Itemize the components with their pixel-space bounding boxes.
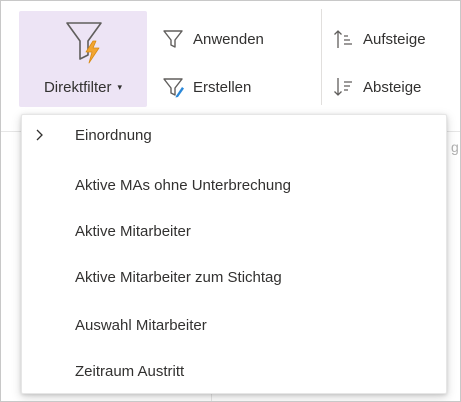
menu-item-label: Aktive MAs ohne Unterbrechung (75, 176, 291, 194)
chevron-down-icon: ▾ (117, 82, 123, 92)
menu-item-zeitraum-austritt[interactable]: Zeitraum Austritt (22, 351, 446, 391)
sort-descending-button[interactable]: Absteige (331, 73, 421, 101)
menu-item-auswahl-mitarbeiter[interactable]: Auswahl Mitarbeiter (22, 305, 446, 345)
sort-descending-label: Absteige (363, 78, 422, 96)
sort-descending-icon (331, 75, 355, 99)
chevron-right-icon (34, 115, 46, 155)
menu-item-aktive-mas-ohne-unterbrechung[interactable]: Aktive MAs ohne Unterbrechung (22, 165, 446, 205)
sort-ascending-icon (331, 27, 355, 51)
menu-item-aktive-mitarbeiter-zum-stichtag[interactable]: Aktive Mitarbeiter zum Stichtag (22, 257, 446, 297)
filter-icon (161, 27, 185, 51)
sort-ascending-button[interactable]: Aufsteige (331, 25, 426, 53)
anwenden-label: Anwenden (193, 30, 264, 48)
app-window: Direktfilter ▾ Anwenden Erstellen Aufste… (0, 0, 461, 402)
menu-item-label: Zeitraum Austritt (75, 362, 185, 380)
filter-edit-icon (161, 75, 185, 99)
sort-ascending-label: Aufsteige (363, 30, 426, 48)
menu-item-label: Aktive Mitarbeiter zum Stichtag (75, 268, 282, 286)
ribbon-separator (321, 9, 322, 105)
partial-text: g (451, 139, 459, 155)
erstellen-button[interactable]: Erstellen (161, 73, 251, 101)
filter-lightning-icon (66, 22, 102, 64)
menu-item-label: Auswahl Mitarbeiter (75, 316, 207, 334)
anwenden-button[interactable]: Anwenden (161, 25, 264, 53)
direktfilter-label: Direktfilter ▾ (43, 79, 123, 96)
menu-item-aktive-mitarbeiter[interactable]: Aktive Mitarbeiter (22, 211, 446, 251)
erstellen-label: Erstellen (193, 78, 252, 96)
menu-item-label: Aktive Mitarbeiter (75, 222, 191, 240)
direktfilter-button[interactable]: Direktfilter ▾ (19, 11, 147, 107)
menu-item-einordnung[interactable]: Einordnung (22, 115, 446, 155)
direktfilter-dropdown-menu: Einordnung Aktive MAs ohne Unterbrechung… (21, 114, 447, 394)
menu-item-label: Einordnung (75, 126, 152, 144)
ribbon: Direktfilter ▾ Anwenden Erstellen Aufste… (1, 1, 460, 109)
